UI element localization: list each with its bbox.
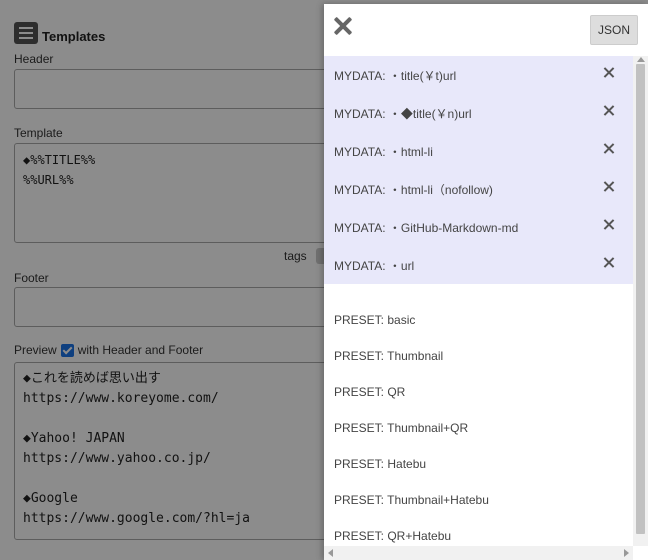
scroll-left-icon[interactable]: [328, 549, 333, 557]
delete-icon[interactable]: [603, 257, 615, 269]
delete-icon[interactable]: [603, 181, 615, 193]
item-label: PRESET: Thumbnail: [334, 349, 444, 363]
item-label: PRESET: QR+Hatebu: [334, 529, 452, 543]
delete-icon[interactable]: [603, 143, 615, 155]
close-icon[interactable]: [332, 15, 354, 37]
list-item[interactable]: PRESET: Thumbnail+QR: [324, 410, 633, 446]
scroll-thumb[interactable]: [636, 64, 645, 534]
item-label: MYDATA: ・html-li（nofollow): [334, 182, 493, 197]
template-list: MYDATA: ・title(￥t)url MYDATA: ・◆title(￥n…: [324, 56, 633, 546]
list-item[interactable]: MYDATA: ・◆title(￥n)url: [324, 94, 633, 132]
list-item[interactable]: PRESET: QR: [324, 374, 633, 410]
list-item[interactable]: PRESET: QR+Hatebu: [324, 518, 633, 546]
template-drawer: JSON MYDATA: ・title(￥t)url MYDATA: ・◆tit…: [324, 4, 648, 560]
list-item[interactable]: MYDATA: ・title(￥t)url: [324, 56, 633, 94]
item-label: PRESET: basic: [334, 313, 416, 327]
vertical-scrollbar[interactable]: [633, 56, 648, 546]
mydata-group: MYDATA: ・title(￥t)url MYDATA: ・◆title(￥n…: [324, 56, 633, 284]
list-item[interactable]: PRESET: Thumbnail: [324, 338, 633, 374]
delete-icon[interactable]: [603, 219, 615, 231]
item-label: PRESET: Hatebu: [334, 457, 427, 471]
list-item[interactable]: MYDATA: ・GitHub-Markdown-md: [324, 208, 633, 246]
json-button[interactable]: JSON: [590, 15, 638, 45]
item-label: PRESET: Thumbnail+QR: [334, 421, 469, 435]
item-label: PRESET: QR: [334, 385, 406, 399]
delete-icon[interactable]: [603, 67, 615, 79]
list-item[interactable]: MYDATA: ・html-li（nofollow): [324, 170, 633, 208]
item-label: PRESET: Thumbnail+Hatebu: [334, 493, 489, 507]
scroll-up-icon[interactable]: [637, 57, 645, 62]
list-item[interactable]: MYDATA: ・url: [324, 246, 633, 284]
item-label: MYDATA: ・GitHub-Markdown-md: [334, 220, 519, 235]
group-spacer: [324, 284, 633, 302]
list-item[interactable]: PRESET: basic: [324, 302, 633, 338]
horizontal-scrollbar[interactable]: [324, 546, 633, 560]
item-label: MYDATA: ・url: [334, 258, 415, 273]
list-item[interactable]: PRESET: Thumbnail+Hatebu: [324, 482, 633, 518]
delete-icon[interactable]: [603, 105, 615, 117]
item-label: MYDATA: ・html-li: [334, 144, 433, 159]
list-item[interactable]: MYDATA: ・html-li: [324, 132, 633, 170]
item-label: MYDATA: ・title(￥t)url: [334, 68, 457, 83]
item-label: MYDATA: ・◆title(￥n)url: [334, 106, 472, 121]
list-item[interactable]: PRESET: Hatebu: [324, 446, 633, 482]
scroll-right-icon[interactable]: [624, 549, 629, 557]
drawer-header: JSON: [324, 4, 648, 54]
